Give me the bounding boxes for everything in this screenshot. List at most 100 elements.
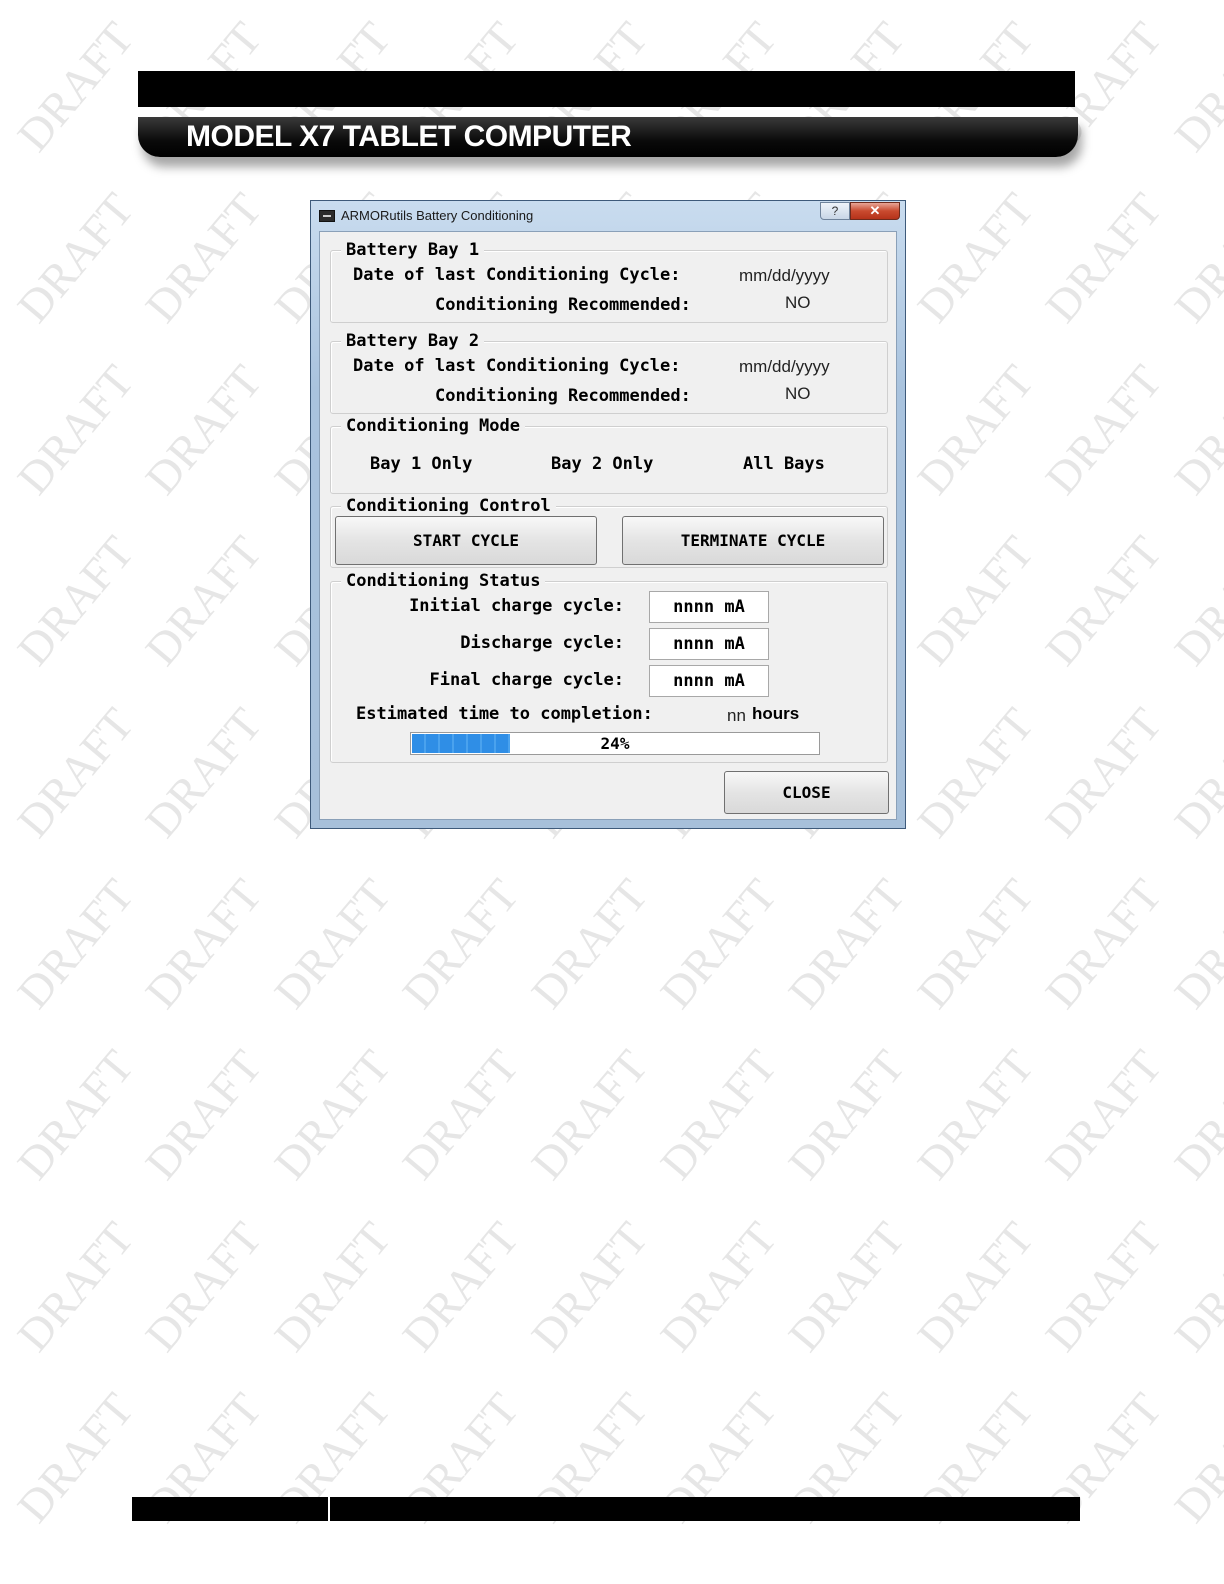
watermark-text: DRAFT bbox=[907, 698, 1044, 847]
initial-charge-field: nnnn mA bbox=[649, 591, 769, 623]
watermark-text: DRAFT bbox=[907, 355, 1044, 504]
close-button[interactable]: CLOSE bbox=[724, 771, 889, 814]
discharge-label: Discharge cycle: bbox=[460, 633, 624, 653]
watermark-text: DRAFT bbox=[392, 869, 529, 1018]
watermark-text: DRAFT bbox=[1035, 1212, 1172, 1361]
conditioning-mode-group: Conditioning Mode Bay 1 Only Bay 2 Only … bbox=[330, 415, 888, 494]
header-banner: MODEL X7 TABLET COMPUTER bbox=[138, 117, 1078, 157]
bay1-recommended-value: NO bbox=[785, 293, 811, 312]
eta-value: nn bbox=[727, 706, 746, 725]
watermark-text: DRAFT bbox=[650, 869, 787, 1018]
dialog-client-area: Battery Bay 1 Date of last Conditioning … bbox=[319, 231, 897, 820]
watermark-text: DRAFT bbox=[907, 1040, 1044, 1189]
terminate-cycle-button[interactable]: TERMINATE CYCLE bbox=[622, 516, 884, 565]
watermark-text: DRAFT bbox=[650, 1212, 787, 1361]
eta-unit: hours bbox=[752, 704, 800, 723]
title-bar[interactable]: ARMORutils Battery Conditioning ? ✕ bbox=[311, 201, 905, 231]
progress-percent-text: 24% bbox=[600, 734, 630, 753]
watermark-text: DRAFT bbox=[135, 1040, 272, 1189]
watermark-text: DRAFT bbox=[264, 1040, 401, 1189]
watermark-text: DRAFT bbox=[521, 869, 658, 1018]
watermark-text: DRAFT bbox=[264, 869, 401, 1018]
eta-label: Estimated time to completion: bbox=[356, 704, 653, 724]
battery-conditioning-dialog: ARMORutils Battery Conditioning ? ✕ Batt… bbox=[310, 200, 906, 829]
mode-option-all-bays[interactable]: All Bays bbox=[743, 454, 825, 474]
watermark-text: DRAFT bbox=[135, 526, 272, 675]
final-charge-label: Final charge cycle: bbox=[429, 670, 624, 690]
watermark-text: DRAFT bbox=[392, 1212, 529, 1361]
watermark-text: DRAFT bbox=[7, 869, 144, 1018]
watermark-text: DRAFT bbox=[7, 1383, 144, 1532]
final-charge-field: nnnn mA bbox=[649, 665, 769, 697]
document-title: MODEL X7 TABLET COMPUTER bbox=[186, 120, 632, 153]
discharge-field: nnnn mA bbox=[649, 628, 769, 660]
watermark-text: DRAFT bbox=[7, 183, 144, 332]
watermark-text: DRAFT bbox=[907, 183, 1044, 332]
watermark-text: DRAFT bbox=[1164, 183, 1224, 332]
watermark-text: DRAFT bbox=[1164, 698, 1224, 847]
start-cycle-button[interactable]: START CYCLE bbox=[335, 516, 597, 565]
battery-bay-2-group: Battery Bay 2 Date of last Conditioning … bbox=[330, 330, 888, 414]
conditioning-control-legend: Conditioning Control bbox=[341, 495, 556, 517]
watermark-text: DRAFT bbox=[135, 355, 272, 504]
watermark-text: DRAFT bbox=[907, 526, 1044, 675]
watermark-text: DRAFT bbox=[1164, 12, 1224, 161]
watermark-text: DRAFT bbox=[778, 1212, 915, 1361]
bay2-recommended-value: NO bbox=[785, 384, 811, 403]
watermark-text: DRAFT bbox=[7, 526, 144, 675]
conditioning-progress-bar: 24% bbox=[410, 732, 820, 755]
battery-bay-1-group: Battery Bay 1 Date of last Conditioning … bbox=[330, 239, 888, 323]
watermark-text: DRAFT bbox=[1164, 355, 1224, 504]
conditioning-status-legend: Conditioning Status bbox=[341, 570, 546, 592]
watermark-text: DRAFT bbox=[7, 698, 144, 847]
watermark-text: DRAFT bbox=[135, 869, 272, 1018]
app-icon bbox=[319, 210, 335, 222]
window-title: ARMORutils Battery Conditioning bbox=[341, 208, 534, 223]
mode-option-bay2-only[interactable]: Bay 2 Only bbox=[551, 454, 653, 474]
battery-bay-2-legend: Battery Bay 2 bbox=[341, 330, 485, 352]
watermark-text: DRAFT bbox=[521, 1212, 658, 1361]
watermark-text: DRAFT bbox=[7, 12, 144, 161]
watermark-text: DRAFT bbox=[264, 1212, 401, 1361]
watermark-text: DRAFT bbox=[135, 183, 272, 332]
bay1-date-label: Date of last Conditioning Cycle: bbox=[353, 265, 681, 285]
watermark-text: DRAFT bbox=[778, 869, 915, 1018]
bay2-date-label: Date of last Conditioning Cycle: bbox=[353, 356, 681, 376]
watermark-text: DRAFT bbox=[1164, 1040, 1224, 1189]
watermark-text: DRAFT bbox=[1035, 183, 1172, 332]
close-window-icon[interactable]: ✕ bbox=[850, 202, 900, 220]
watermark-text: DRAFT bbox=[650, 1040, 787, 1189]
conditioning-control-group: Conditioning Control START CYCLE TERMINA… bbox=[330, 495, 888, 568]
watermark-text: DRAFT bbox=[1035, 526, 1172, 675]
bay2-date-value: mm/dd/yyyy bbox=[739, 357, 830, 376]
watermark-text: DRAFT bbox=[778, 1040, 915, 1189]
battery-bay-1-legend: Battery Bay 1 bbox=[341, 239, 485, 261]
watermark-text: DRAFT bbox=[392, 1040, 529, 1189]
watermark-text: DRAFT bbox=[1035, 869, 1172, 1018]
watermark-text: DRAFT bbox=[135, 1212, 272, 1361]
watermark-text: DRAFT bbox=[907, 1212, 1044, 1361]
watermark-text: DRAFT bbox=[1164, 1212, 1224, 1361]
watermark-text: DRAFT bbox=[1164, 869, 1224, 1018]
footer-divider bbox=[328, 1497, 330, 1521]
watermark-text: DRAFT bbox=[521, 1040, 658, 1189]
bay2-recommended-label: Conditioning Recommended: bbox=[435, 386, 691, 406]
watermark-text: DRAFT bbox=[135, 698, 272, 847]
bay1-recommended-label: Conditioning Recommended: bbox=[435, 295, 691, 315]
watermark-text: DRAFT bbox=[1035, 698, 1172, 847]
watermark-text: DRAFT bbox=[1035, 1040, 1172, 1189]
footer-bar bbox=[132, 1497, 1080, 1521]
conditioning-mode-legend: Conditioning Mode bbox=[341, 415, 525, 437]
initial-charge-label: Initial charge cycle: bbox=[409, 596, 624, 616]
watermark-text: DRAFT bbox=[1164, 526, 1224, 675]
watermark-text: DRAFT bbox=[7, 355, 144, 504]
watermark-text: DRAFT bbox=[7, 1212, 144, 1361]
help-button[interactable]: ? bbox=[820, 202, 850, 220]
bay1-date-value: mm/dd/yyyy bbox=[739, 266, 830, 285]
watermark-text: DRAFT bbox=[7, 1040, 144, 1189]
watermark-text: DRAFT bbox=[907, 869, 1044, 1018]
watermark-text: DRAFT bbox=[1164, 1383, 1224, 1532]
header-top-bar bbox=[138, 71, 1075, 107]
mode-option-bay1-only[interactable]: Bay 1 Only bbox=[370, 454, 472, 474]
watermark-text: DRAFT bbox=[1035, 355, 1172, 504]
